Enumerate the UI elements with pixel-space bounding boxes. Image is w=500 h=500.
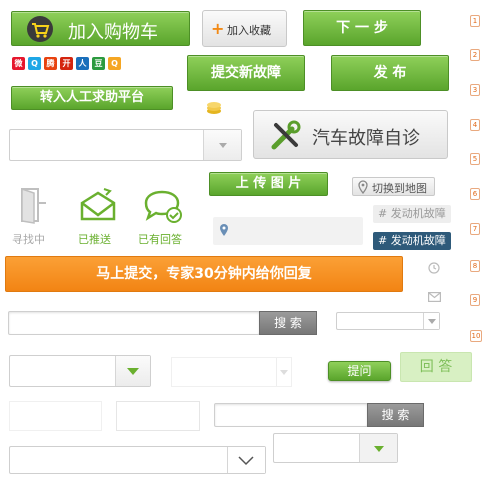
search-button-label: 搜 索 [381,408,410,422]
manual-help-button[interactable]: 转入人工求助平台 [11,86,173,110]
status-searching-label: 寻找中 [12,233,45,246]
location-input[interactable] [213,217,363,245]
dropdown-arrow [276,358,291,386]
location-pin-icon [358,180,368,197]
ask-button-label: 提问 [347,364,372,378]
dropdown-arrow[interactable] [115,356,150,386]
switch-to-map-label: 切换到地图 [372,182,427,195]
upload-image-label: 上 传 图 片 [235,176,302,191]
tag-engine-fault-light[interactable]: # 发动机故障 [373,205,451,223]
kaixin-icon[interactable]: 开 [60,57,73,70]
switch-to-map-button[interactable]: 切换到地图 [352,177,435,196]
tencent-icon[interactable]: 腾 [44,57,57,70]
dropdown-arrow[interactable] [203,130,241,160]
add-to-cart-label: 加入购物车 [68,22,158,43]
status-pushed-label: 已推送 [78,233,111,246]
search-input-1[interactable] [8,311,260,335]
self-diagnose-label: 汽车故障自诊 [312,128,420,149]
select-dropdown-2[interactable] [9,355,151,387]
submit-new-fault-button[interactable]: 提交新故障 [187,55,305,91]
tag-engine-fault-dark[interactable]: # 发动机故障 [373,232,451,250]
cart-icon [26,15,54,43]
plus-icon: + [211,19,225,38]
submit-banner[interactable]: 马上提交，专家30分钟内给你回复 [5,256,403,292]
envelope-icon [78,185,118,228]
text-input-box-1[interactable] [9,401,102,431]
step-number-5: 5 [470,153,480,165]
add-favorite-button[interactable]: + 加入收藏 [202,10,287,47]
chevron-down-icon [373,446,384,452]
status-searching: 寻找中 [8,185,58,246]
select-dropdown-small[interactable] [336,312,440,330]
chevron-down-icon [127,368,139,375]
clock-icon [428,262,440,277]
select-dropdown-3[interactable] [9,446,266,474]
step-number-8: 8 [470,260,480,272]
add-favorite-label: 加入收藏 [227,24,271,37]
dropdown-arrow[interactable] [359,434,397,462]
chat-check-icon [142,189,186,230]
search-button-label: 搜 索 [274,316,302,330]
qzone-icon[interactable]: Q [28,57,41,70]
submit-banner-label: 马上提交，专家30分钟内给你回复 [96,266,312,282]
search-button-2[interactable]: 搜 索 [367,403,424,427]
step-number-2: 2 [470,49,480,61]
step-number-9: 9 [470,294,480,306]
weibo-icon[interactable]: 微 [12,57,25,70]
next-step-button[interactable]: 下 一 步 [303,10,421,46]
douban-icon[interactable]: 豆 [92,57,105,70]
location-pin-icon [219,223,229,240]
step-number-6: 6 [470,188,480,200]
chevron-down-icon [238,455,254,469]
publish-label: 发 布 [373,65,407,81]
chevron-down-icon [218,143,227,148]
mail-icon [428,291,442,305]
step-number-1: 1 [470,15,480,27]
chevron-down-icon [280,370,288,375]
text-input-box-2[interactable] [116,401,200,431]
self-diagnose-button[interactable]: 汽车故障自诊 [253,110,448,159]
step-number-3: 3 [470,84,480,96]
status-answered: 已有回答 [136,185,196,246]
search-button-1[interactable]: 搜 索 [259,311,317,335]
step-number-4: 4 [470,119,480,131]
dropdown-arrow[interactable] [423,313,439,329]
status-answered-label: 已有回答 [138,233,182,246]
wrench-screwdriver-icon [268,119,302,153]
select-dropdown-disabled [171,357,292,387]
manual-help-label: 转入人工求助平台 [39,90,144,105]
upload-image-button[interactable]: 上 传 图 片 [209,172,328,196]
add-to-cart-button[interactable]: 加入购物车 [11,11,190,46]
ask-button[interactable]: 提问 [328,361,391,381]
next-step-label: 下 一 步 [336,20,388,36]
door-icon [18,185,48,228]
publish-button[interactable]: 发 布 [331,55,449,91]
answer-button[interactable]: 回 答 [400,352,472,382]
qq-icon[interactable]: Q [108,57,121,70]
submit-new-fault-label: 提交新故障 [211,65,281,81]
status-pushed: 已推送 [72,185,127,246]
step-number-7: 7 [470,223,480,235]
coins-icon [205,98,223,116]
select-dropdown-4[interactable] [273,433,398,463]
dropdown-arrow[interactable] [227,447,265,473]
select-dropdown-1[interactable] [9,129,242,161]
search-input-2[interactable] [214,403,368,427]
chevron-down-icon [427,319,436,324]
renren-icon[interactable]: 人 [76,57,89,70]
answer-button-label: 回 答 [419,359,453,375]
step-number-10: 10 [470,330,482,342]
